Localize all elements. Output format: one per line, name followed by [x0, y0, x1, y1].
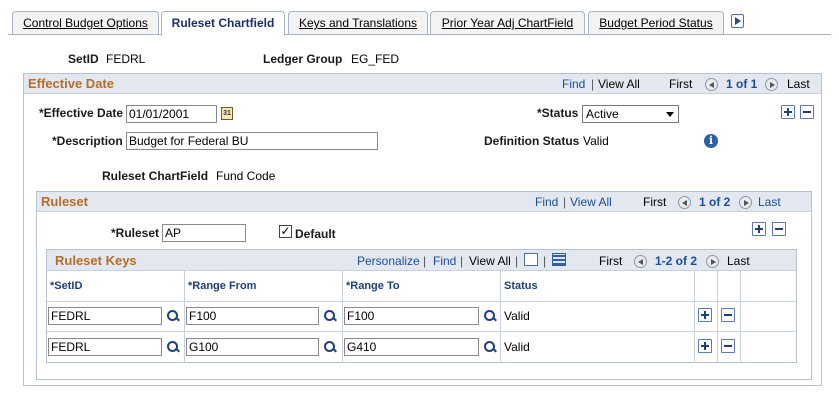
lookup-icon[interactable]: [323, 309, 337, 323]
ruleset-chartfield-value: Fund Code: [216, 169, 276, 183]
nav-separator: |: [543, 254, 547, 268]
ruleset-keys-title: Ruleset Keys: [55, 253, 137, 268]
nav-separator: |: [563, 195, 567, 209]
previous-arrow-icon[interactable]: [705, 78, 718, 91]
tab-keys-and-translations[interactable]: Keys and Translations: [288, 11, 428, 35]
delete-row-button[interactable]: [721, 308, 735, 322]
lookup-icon[interactable]: [166, 340, 180, 354]
tab-control-budget-options[interactable]: Control Budget Options: [12, 11, 159, 35]
effective-date-section: Effective Date Find | View All First 1 o…: [23, 73, 822, 386]
effective-view-all-link[interactable]: View All: [598, 77, 640, 91]
range-to-input[interactable]: G410: [344, 338, 479, 356]
ruleset-first-label: First: [643, 195, 667, 209]
ledger-group-value: EG_FED: [351, 52, 400, 66]
nav-separator: |: [460, 254, 464, 268]
effective-count: 1 of 1: [726, 77, 758, 91]
effective-date-label: *Effective Date: [39, 106, 124, 120]
lookup-icon[interactable]: [323, 340, 337, 354]
ledger-group-label: Ledger Group: [263, 52, 343, 66]
calendar-icon[interactable]: 31: [221, 107, 233, 120]
definition-status-value: Valid: [583, 134, 609, 148]
ruleset-chartfield-label: Ruleset ChartField: [102, 169, 209, 183]
keys-count: 1-2 of 2: [655, 254, 698, 268]
tab-divider: [8, 34, 831, 35]
ruleset-keys-grid: Ruleset Keys Personalize | Find | View A…: [46, 249, 797, 363]
tab-prior-year-adj-chartfield[interactable]: Prior Year Adj ChartField: [430, 11, 585, 35]
col-header-setid[interactable]: *SetID: [47, 271, 185, 301]
add-ruleset-button[interactable]: [752, 222, 766, 236]
keys-find-link[interactable]: Find: [433, 254, 456, 268]
default-checkbox[interactable]: ✓: [279, 225, 292, 238]
ruleset-header: Ruleset Find | View All First 1 of 2 Las…: [37, 192, 811, 212]
col-header-range-from[interactable]: *Range From: [185, 271, 343, 301]
next-arrow-icon[interactable]: [706, 255, 719, 268]
nav-separator: |: [591, 77, 595, 91]
row-status: Valid: [504, 309, 530, 323]
tab-ruleset-chartfield[interactable]: Ruleset Chartfield: [161, 11, 285, 36]
description-input[interactable]: Budget for Federal BU: [126, 132, 378, 150]
tab-budget-period-status[interactable]: Budget Period Status: [588, 11, 724, 35]
effective-first-label: First: [669, 77, 693, 91]
personalize-link[interactable]: Personalize: [357, 254, 420, 268]
ruleset-keys-header: Ruleset Keys Personalize | Find | View A…: [47, 250, 796, 271]
keys-view-all-link[interactable]: View All: [469, 254, 511, 268]
setid-label: SetID: [68, 52, 99, 66]
default-label: Default: [295, 227, 336, 241]
add-row-button[interactable]: [698, 308, 712, 322]
keys-last-label: Last: [727, 254, 750, 268]
next-arrow-icon[interactable]: [739, 196, 752, 209]
setid-value: FEDRL: [106, 52, 146, 66]
lookup-icon[interactable]: [483, 340, 497, 354]
row-status: Valid: [504, 340, 530, 354]
effective-find-link[interactable]: Find: [562, 77, 585, 91]
previous-arrow-icon[interactable]: [634, 255, 647, 268]
effective-date-title: Effective Date: [28, 76, 114, 91]
delete-row-button[interactable]: [721, 339, 735, 353]
download-grid-icon[interactable]: [552, 253, 566, 266]
ruleset-label: *Ruleset: [111, 226, 160, 240]
next-tab-arrow-icon[interactable]: [731, 14, 744, 28]
col-header-status: Status: [504, 280, 538, 292]
description-label: *Description: [52, 134, 123, 148]
ruleset-title: Ruleset: [41, 194, 88, 209]
effective-date-input[interactable]: 01/01/2001: [126, 105, 217, 123]
setid-input[interactable]: FEDRL: [48, 338, 162, 356]
nav-separator: |: [423, 254, 427, 268]
col-header-range-to[interactable]: *Range To: [343, 271, 501, 301]
effective-last-label: Last: [787, 77, 810, 91]
nav-separator: |: [515, 254, 519, 268]
info-icon[interactable]: i: [704, 134, 718, 148]
ruleset-input[interactable]: AP: [162, 224, 246, 242]
next-arrow-icon[interactable]: [765, 78, 778, 91]
lookup-icon[interactable]: [166, 309, 180, 323]
ruleset-last-link[interactable]: Last: [758, 195, 781, 209]
range-from-input[interactable]: G100: [186, 338, 319, 356]
range-to-input[interactable]: F100: [344, 307, 479, 325]
lookup-icon[interactable]: [483, 309, 497, 323]
previous-arrow-icon[interactable]: [678, 196, 691, 209]
status-select[interactable]: Active: [582, 105, 679, 123]
new-window-icon[interactable]: [524, 253, 538, 266]
add-row-button[interactable]: [698, 339, 712, 353]
definition-status-label: Definition Status: [484, 134, 580, 148]
ruleset-view-all-link[interactable]: View All: [570, 195, 612, 209]
setid-input[interactable]: FEDRL: [48, 307, 162, 325]
effective-date-header: Effective Date Find | View All First 1 o…: [24, 74, 821, 94]
range-from-input[interactable]: F100: [186, 307, 319, 325]
status-label: *Status: [537, 106, 579, 120]
ruleset-section: Ruleset Find | View All First 1 of 2 Las…: [36, 191, 812, 380]
ruleset-count: 1 of 2: [699, 195, 731, 209]
keys-first-label: First: [599, 254, 623, 268]
add-row-button[interactable]: [781, 105, 795, 119]
delete-row-button[interactable]: [800, 105, 814, 119]
ruleset-find-link[interactable]: Find: [535, 195, 558, 209]
delete-ruleset-button[interactable]: [772, 222, 786, 236]
